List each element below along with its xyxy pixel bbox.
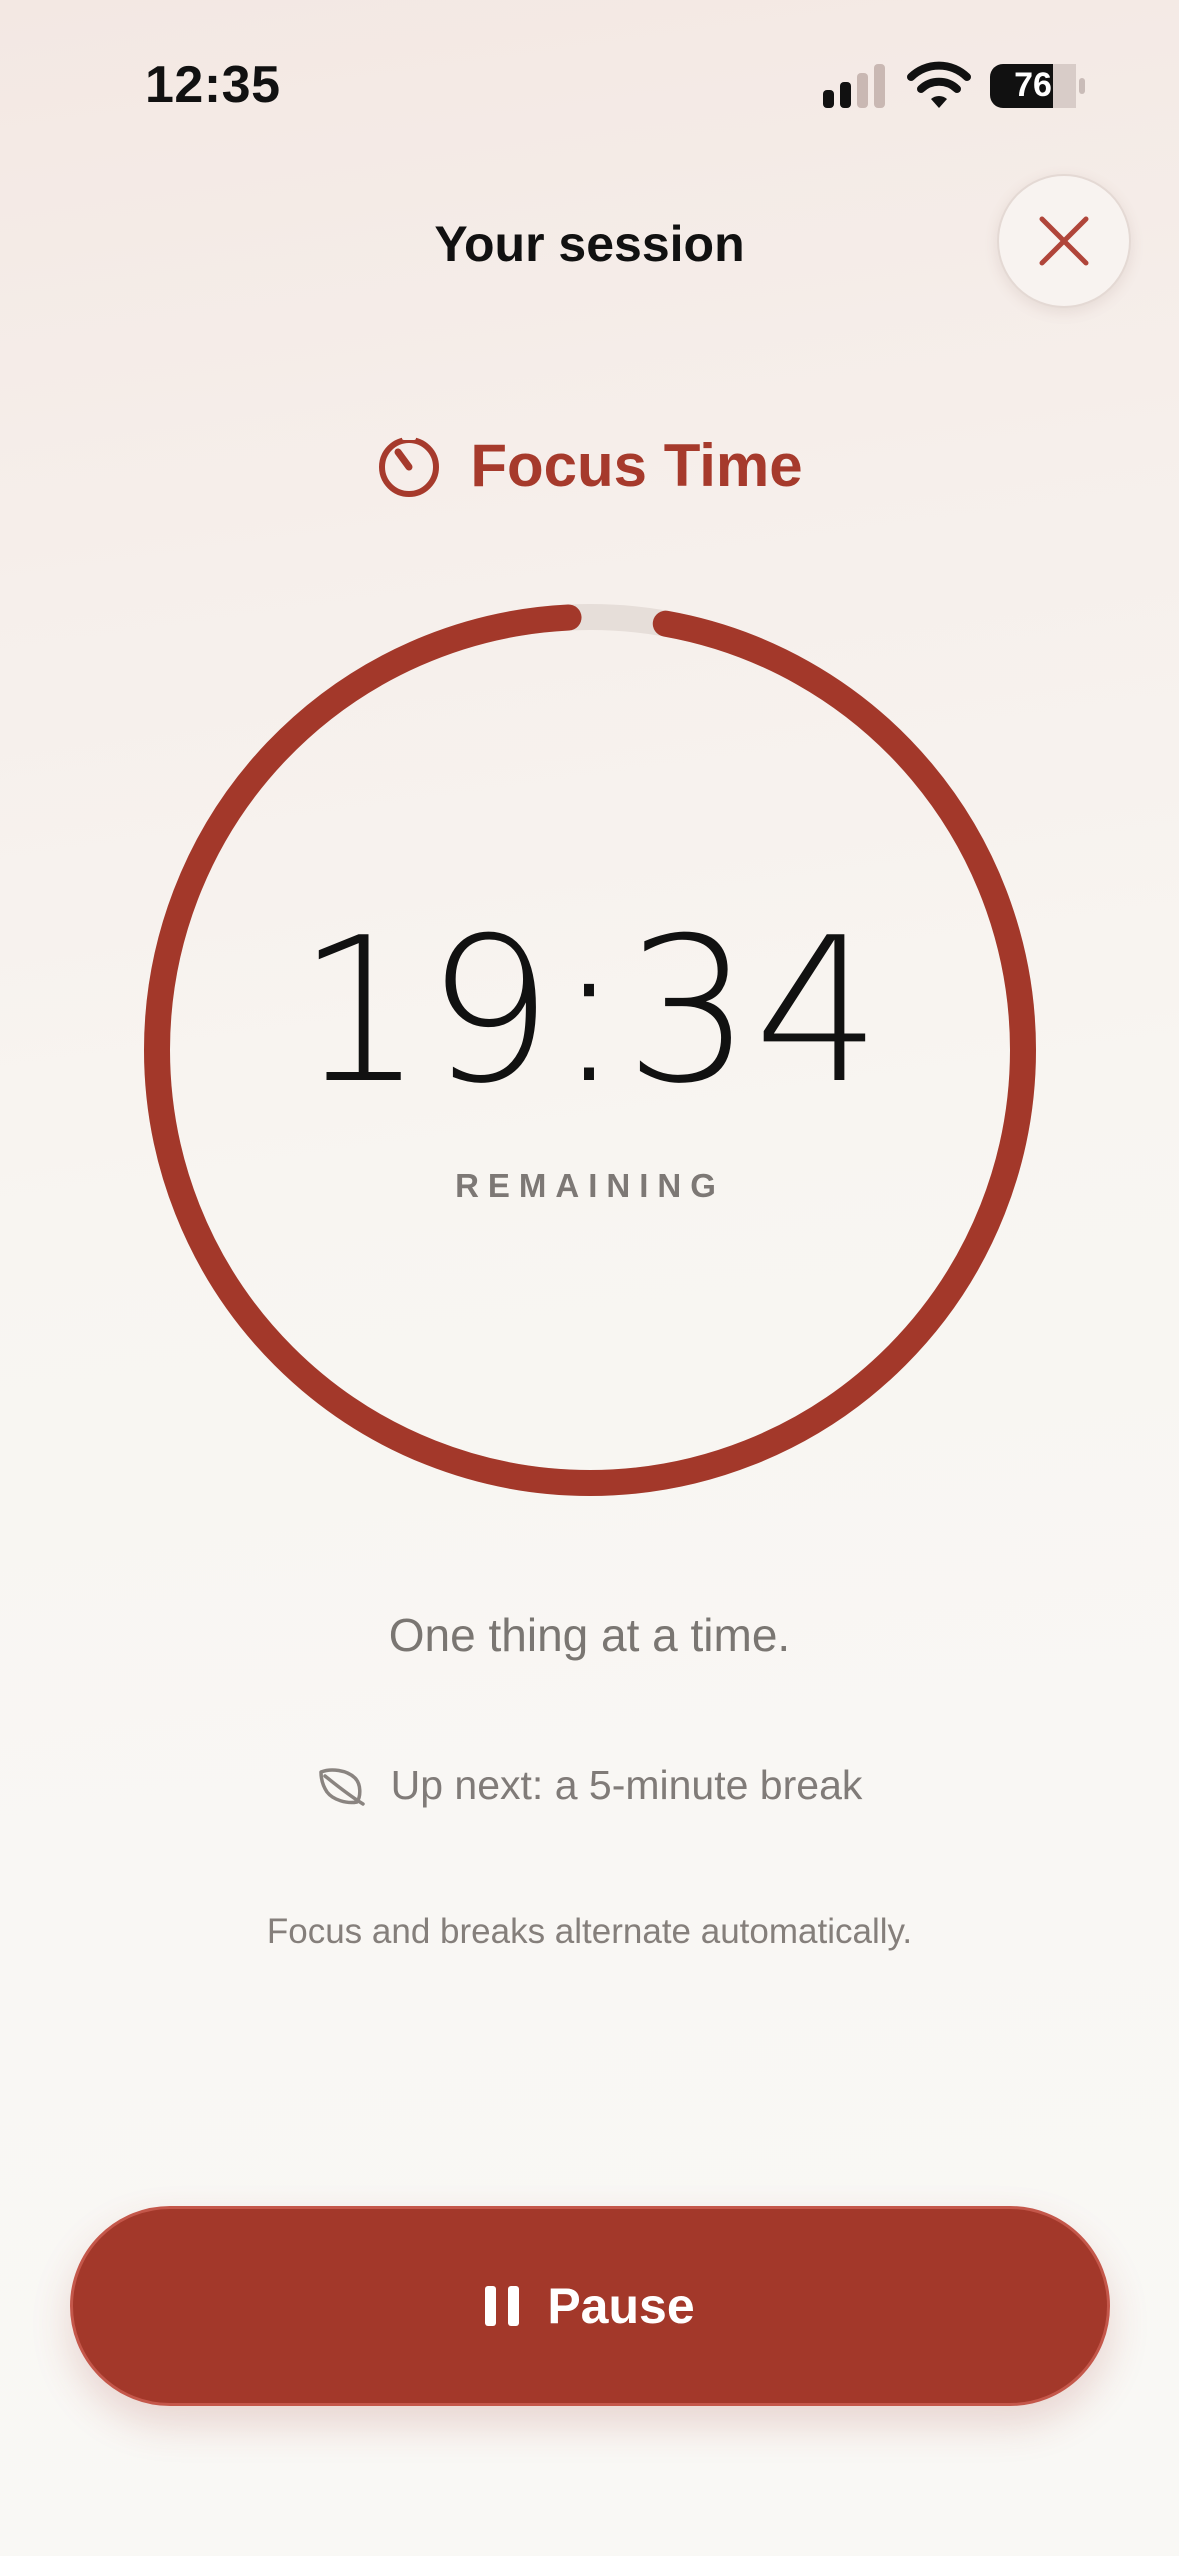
status-icons: 76 (821, 61, 1091, 114)
timer-value: 19:34 (296, 895, 884, 1128)
timer-icon (379, 434, 440, 497)
timer-caption: REMAINING (455, 1167, 725, 1204)
footnote: Focus and breaks alternate automatically… (266, 1912, 913, 1951)
motto-text: One thing at a time. (388, 1609, 791, 1661)
wifi-icon (907, 61, 971, 108)
mode-label: Focus Time (470, 431, 803, 499)
signal-icon (823, 64, 885, 108)
leaf-icon (318, 1767, 365, 1806)
header: Your session (0, 170, 1179, 320)
pause-icon (485, 2286, 520, 2326)
status-time: 12:35 (145, 56, 281, 114)
battery-icon: 76 (989, 62, 1089, 110)
up-next-text: Up next: a 5-minute break (390, 1762, 863, 1808)
pause-button[interactable]: Pause (70, 2206, 1110, 2406)
status-bar: 12:35 76 (0, 0, 1179, 160)
up-next: Up next: a 5-minute break (0, 1762, 1179, 1809)
mode-indicator: Focus Time (0, 420, 1179, 510)
close-icon (1039, 216, 1089, 266)
close-button[interactable] (997, 174, 1131, 308)
timer-ring: 19:34 REMAINING (142, 602, 1038, 1498)
pause-label: Pause (547, 2278, 695, 2334)
battery-level: 76 (1014, 66, 1052, 104)
